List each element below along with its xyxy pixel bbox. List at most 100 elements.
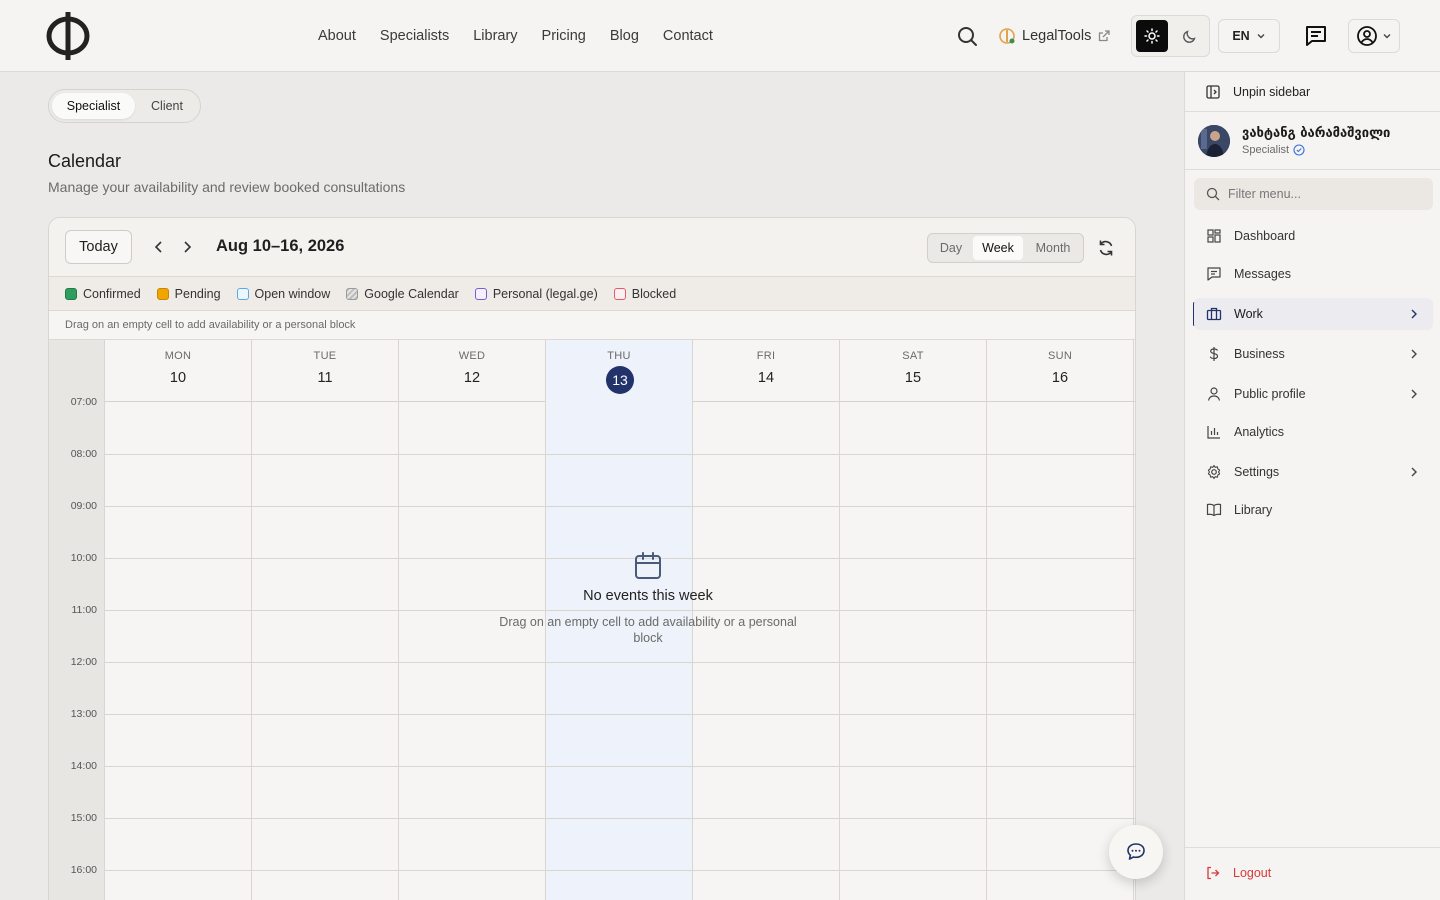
language-select[interactable]: EN xyxy=(1218,19,1280,53)
hour-line xyxy=(105,870,1135,871)
day-header-sun[interactable]: SUN 16 xyxy=(987,340,1134,402)
today-button[interactable]: Today xyxy=(65,230,132,264)
right-sidebar: Unpin sidebar ვახტანგ ბარამაშვილი Specia… xyxy=(1184,72,1440,900)
role-client-tab[interactable]: Client xyxy=(137,93,197,119)
legaltools-icon xyxy=(999,28,1015,44)
chevron-down-icon xyxy=(1257,34,1265,39)
time-label: 15:00 xyxy=(70,812,97,824)
logo-icon[interactable] xyxy=(46,10,90,62)
profile-role-label: Specialist xyxy=(1242,144,1290,156)
calendar-card: Today Aug 10–16, 2026 Day Week Month Con… xyxy=(48,217,1136,900)
legend-confirmed: Confirmed xyxy=(65,287,141,301)
hour-line xyxy=(105,506,1135,507)
user-circle-icon xyxy=(1357,26,1377,46)
legend-label: Blocked xyxy=(631,286,677,301)
legend-blocked: Blocked xyxy=(613,286,677,301)
day-column-fri[interactable] xyxy=(693,402,840,900)
sidebar-item-work[interactable]: Work xyxy=(1194,298,1433,330)
sidebar-item-label: Public profile xyxy=(1234,387,1306,401)
view-day-tab[interactable]: Day xyxy=(930,236,972,260)
day-column-mon[interactable] xyxy=(105,402,252,900)
time-label: 09:00 xyxy=(70,500,97,512)
view-month-tab[interactable]: Month xyxy=(1025,236,1081,260)
legend-label: Confirmed xyxy=(83,286,141,301)
hour-line xyxy=(105,454,1135,455)
day-header-wed[interactable]: WED 12 xyxy=(399,340,546,402)
sidebar-item-settings[interactable]: Settings xyxy=(1194,456,1433,488)
avatar xyxy=(1198,125,1230,157)
day-header-fri[interactable]: FRI 14 xyxy=(693,340,840,402)
chat-fab-button[interactable] xyxy=(1109,825,1163,879)
day-name: SAT xyxy=(902,350,924,362)
search-icon xyxy=(1206,187,1220,201)
unpin-label: Unpin sidebar xyxy=(1233,84,1311,99)
chevron-right-icon xyxy=(1411,467,1417,477)
profile-role: Specialist xyxy=(1242,144,1305,156)
day-column-tue[interactable] xyxy=(252,402,399,900)
nav-pricing[interactable]: Pricing xyxy=(542,28,586,44)
hour-line xyxy=(105,818,1135,819)
hour-line xyxy=(105,662,1135,663)
role-specialist-tab[interactable]: Specialist xyxy=(52,93,135,119)
legend-google-calendar: Google Calendar xyxy=(346,287,459,301)
chevron-right-icon xyxy=(1411,389,1417,399)
day-column-sat[interactable] xyxy=(840,402,987,900)
refresh-icon[interactable] xyxy=(1096,238,1116,258)
time-column: 07:00 08:00 09:00 10:00 11:00 12:00 13:0… xyxy=(49,340,105,900)
legaltools-label: LegalTools xyxy=(1022,28,1092,44)
messages-icon[interactable] xyxy=(1303,23,1329,49)
day-column-wed[interactable] xyxy=(399,402,546,900)
nav-about[interactable]: About xyxy=(318,28,356,44)
nav-blog[interactable]: Blog xyxy=(610,28,639,44)
logout-icon xyxy=(1207,866,1220,880)
unpin-sidebar-button[interactable]: Unpin sidebar xyxy=(1185,72,1440,112)
personal-swatch xyxy=(474,287,487,300)
legaltools-link[interactable]: LegalTools xyxy=(998,24,1111,48)
sidebar-item-business[interactable]: Business xyxy=(1194,338,1433,370)
chart-icon xyxy=(1207,426,1220,439)
top-header: About Specialists Library Pricing Blog C… xyxy=(0,0,1440,72)
sidebar-item-label: Library xyxy=(1234,503,1273,517)
nav-library[interactable]: Library xyxy=(473,28,517,44)
day-name: TUE xyxy=(313,350,337,362)
sidebar-item-label: Settings xyxy=(1234,465,1280,479)
theme-toggle xyxy=(1131,15,1210,57)
day-column-thu[interactable] xyxy=(546,402,693,900)
day-number: 15 xyxy=(904,370,922,386)
day-header-tue[interactable]: TUE 11 xyxy=(252,340,399,402)
account-menu-button[interactable] xyxy=(1348,19,1400,53)
sidebar-item-dashboard[interactable]: Dashboard xyxy=(1194,220,1433,252)
time-label: 14:00 xyxy=(70,760,97,772)
sidebar-item-public-profile[interactable]: Public profile xyxy=(1194,378,1433,410)
blocked-swatch xyxy=(613,287,626,300)
day-header-sat[interactable]: SAT 15 xyxy=(840,340,987,402)
dark-theme-button[interactable] xyxy=(1174,20,1206,52)
language-label: EN xyxy=(1232,29,1250,43)
moon-icon xyxy=(1183,30,1196,43)
filter-menu-input[interactable] xyxy=(1228,187,1428,201)
view-week-tab[interactable]: Week xyxy=(973,236,1023,260)
calendar-icon xyxy=(635,552,661,579)
search-icon[interactable] xyxy=(955,24,979,48)
light-theme-button[interactable] xyxy=(1136,20,1168,52)
sidebar-item-analytics[interactable]: Analytics xyxy=(1194,416,1433,448)
chevron-right-icon xyxy=(1411,349,1417,359)
day-column-sun[interactable] xyxy=(987,402,1134,900)
legend-pending: Pending xyxy=(156,287,221,301)
time-label: 08:00 xyxy=(70,448,97,460)
google-calendar-swatch xyxy=(346,287,359,300)
nav-specialists[interactable]: Specialists xyxy=(380,28,449,44)
time-slots-area[interactable]: No events this week Drag on an empty cel… xyxy=(105,402,1135,900)
dashboard-icon xyxy=(1207,229,1221,243)
profile-card[interactable]: ვახტანგ ბარამაშვილი Specialist xyxy=(1185,113,1440,170)
nav-contact[interactable]: Contact xyxy=(663,28,713,44)
logout-button[interactable]: Logout xyxy=(1205,865,1271,881)
sidebar-item-messages[interactable]: Messages xyxy=(1194,258,1433,290)
chevron-right-icon[interactable] xyxy=(177,237,197,257)
day-number: 14 xyxy=(757,370,775,386)
day-header-mon[interactable]: MON 10 xyxy=(105,340,252,402)
sidebar-item-library[interactable]: Library xyxy=(1194,494,1433,526)
chevron-left-icon[interactable] xyxy=(149,237,169,257)
profile-name: ვახტანგ ბარამაშვილი xyxy=(1242,126,1391,141)
day-header-thu[interactable]: THU 13 xyxy=(546,340,693,402)
